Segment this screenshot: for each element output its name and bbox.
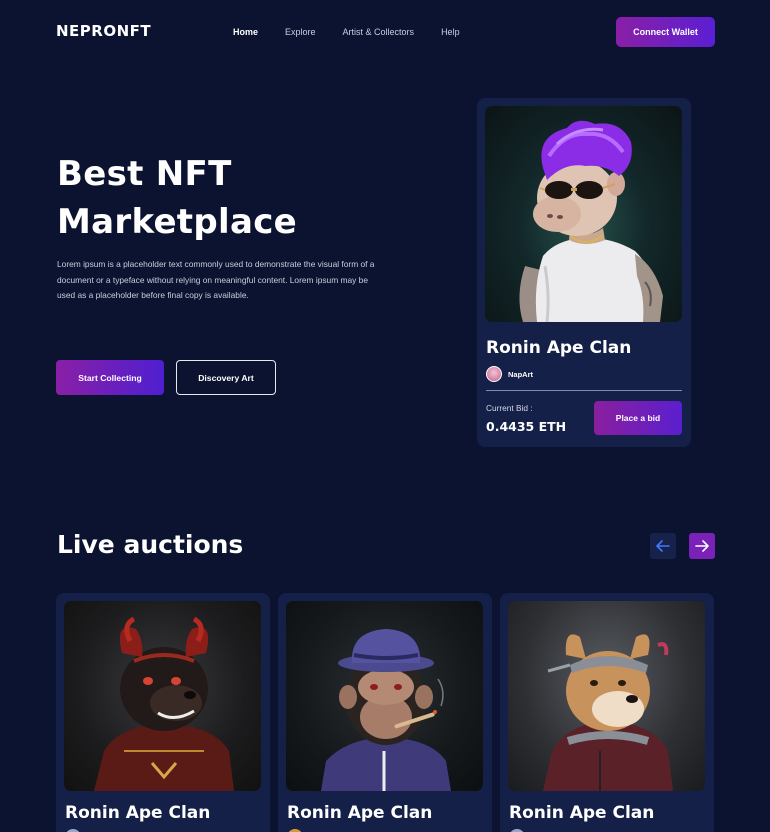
auction-image-shiba[interactable] — [508, 601, 705, 791]
auction-title[interactable]: Ronin Ape Clan — [287, 803, 432, 823]
auction-title[interactable]: Ronin Ape Clan — [65, 803, 210, 823]
auction-title[interactable]: Ronin Ape Clan — [509, 803, 654, 823]
auction-card[interactable]: Ronin Ape Clan — [500, 593, 714, 832]
artist-avatar[interactable] — [486, 366, 502, 382]
artist-row[interactable]: NapArt — [486, 366, 533, 382]
ape-artwork — [519, 120, 663, 322]
auction-image-devil-dog[interactable] — [64, 601, 261, 791]
discovery-art-button[interactable]: Discovery Art — [176, 360, 276, 395]
current-bid-value: 0.4435 ETH — [486, 419, 567, 434]
hero-title: Best NFT Marketplace — [57, 150, 357, 246]
artist-name[interactable]: NapArt — [508, 370, 533, 379]
logo[interactable]: NEPRONFT — [56, 22, 151, 40]
live-auctions-title: Live auctions — [57, 530, 244, 559]
featured-nft-title[interactable]: Ronin Ape Clan — [486, 338, 631, 358]
featured-nft-card[interactable]: Ronin Ape Clan NapArt Current Bid : 0.44… — [477, 98, 691, 447]
arrow-left-icon — [656, 540, 670, 552]
hero-description: Lorem ipsum is a placeholder text common… — [57, 259, 375, 300]
carousel-prev-button[interactable] — [650, 533, 676, 559]
current-bid-label: Current Bid : — [486, 403, 533, 413]
main-nav: Home Explore Artist & Collectors Help — [233, 27, 460, 37]
shiba-artwork — [543, 634, 673, 791]
devil-dog-artwork — [94, 616, 234, 791]
hero-title-line1: Best NFT — [57, 154, 232, 194]
nav-explore[interactable]: Explore — [285, 27, 316, 37]
arrow-right-icon — [695, 540, 709, 552]
hero-title-line2: Marketplace — [57, 202, 298, 242]
connect-wallet-button[interactable]: Connect Wallet — [616, 17, 715, 47]
nav-artists-collectors[interactable]: Artist & Collectors — [343, 27, 415, 37]
auction-card[interactable]: Ronin Ape Clan — [278, 593, 492, 832]
featured-nft-image[interactable] — [485, 106, 682, 322]
auction-image-chimp[interactable] — [286, 601, 483, 791]
chimp-artwork — [321, 629, 451, 791]
nav-home[interactable]: Home — [233, 27, 258, 37]
carousel-next-button[interactable] — [689, 533, 715, 559]
start-collecting-button[interactable]: Start Collecting — [56, 360, 164, 395]
card-divider — [486, 390, 682, 391]
place-bid-button[interactable]: Place a bid — [594, 401, 682, 435]
auction-card[interactable]: Ronin Ape Clan — [56, 593, 270, 832]
nav-help[interactable]: Help — [441, 27, 460, 37]
